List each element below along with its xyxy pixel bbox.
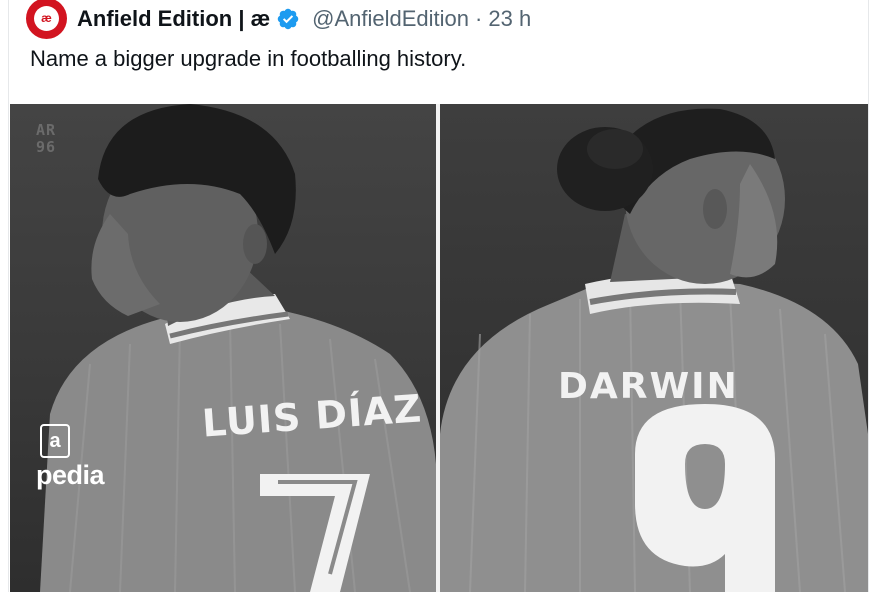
left-player-panel: AR 96 a pedia LUIS DÍAZ: [10, 104, 436, 592]
tweet-card[interactable]: æ Anfield Edition | æ @AnfieldEdition · …: [0, 0, 880, 592]
card-border-right: [868, 0, 869, 592]
sponsor-logo-icon: a: [40, 424, 70, 458]
right-player-silhouette: [440, 108, 868, 592]
right-shirt-name: DARWIN: [558, 366, 739, 407]
right-player-panel: DARWIN: [440, 104, 868, 592]
author-handle[interactable]: @AnfieldEdition: [312, 6, 469, 32]
card-border-left: [8, 0, 9, 592]
tweet-timestamp[interactable]: 23 h: [488, 6, 531, 32]
tweet-text: Name a bigger upgrade in footballing his…: [30, 46, 467, 71]
avatar[interactable]: æ: [26, 0, 67, 39]
author-name[interactable]: Anfield Edition | æ: [77, 6, 270, 32]
tweet-media-image[interactable]: AR 96 a pedia LUIS DÍAZ DARWIN: [10, 104, 868, 592]
watermark: AR 96: [36, 121, 57, 156]
avatar-logo: æ: [34, 5, 59, 31]
tweet-header: æ Anfield Edition | æ @AnfieldEdition · …: [26, 0, 531, 39]
sponsor-text: pedia: [36, 460, 105, 490]
verified-badge-icon: [277, 8, 299, 30]
separator-dot: ·: [475, 6, 483, 31]
left-player-silhouette: [40, 104, 436, 592]
